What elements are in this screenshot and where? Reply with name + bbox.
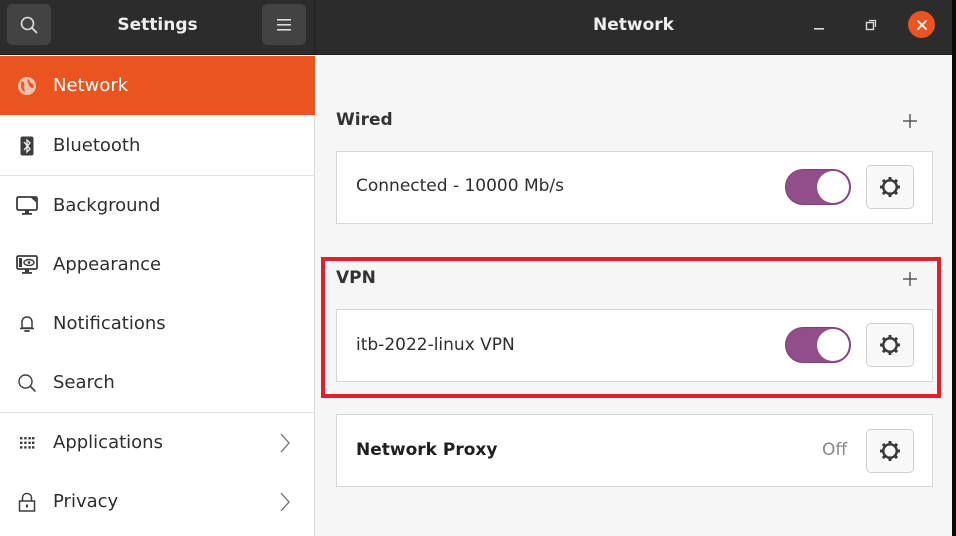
sidebar-item-label: Bluetooth	[53, 135, 141, 156]
bluetooth-icon	[16, 135, 38, 157]
header-bar: Settings Network	[0, 0, 952, 55]
plus-icon	[903, 272, 917, 286]
sidebar-item-label: Notifications	[53, 313, 166, 334]
sidebar-item-bluetooth[interactable]: Bluetooth	[0, 116, 315, 175]
restore-button[interactable]	[857, 11, 885, 39]
main-menu-button[interactable]	[262, 4, 306, 45]
sidebar-item-background[interactable]: Background	[0, 176, 315, 235]
gear-icon	[880, 441, 900, 461]
sidebar-item-notifications[interactable]: Notifications	[0, 294, 315, 353]
vpn-settings-button[interactable]	[866, 323, 914, 367]
gear-icon	[880, 177, 900, 197]
close-button[interactable]	[908, 11, 935, 38]
lock-icon	[16, 491, 38, 513]
toggle-knob	[817, 171, 849, 203]
wired-settings-button[interactable]	[866, 165, 914, 209]
wired-toggle-switch[interactable]	[785, 169, 851, 205]
sidebar: Network Bluetooth Background Appearance	[0, 56, 315, 536]
vpn-toggle-switch[interactable]	[785, 327, 851, 363]
monitor-wallpaper-icon	[16, 195, 38, 217]
sidebar-item-label: Network	[53, 75, 129, 96]
wired-connection-row: Connected - 10000 Mb/s	[336, 151, 933, 224]
appearance-icon	[16, 254, 38, 276]
network-panel: Wired Connected - 10000 Mb/s VPN itb-202…	[316, 56, 952, 536]
wired-section-title: Wired	[336, 110, 393, 130]
globe-icon	[16, 75, 38, 97]
sidebar-item-appearance[interactable]: Appearance	[0, 235, 315, 294]
add-vpn-button[interactable]	[898, 267, 922, 291]
chevron-right-icon	[280, 433, 290, 452]
sidebar-item-label: Applications	[53, 432, 163, 453]
settings-window: Settings Network Network Bluetooth Backg…	[0, 0, 952, 536]
restore-icon	[865, 19, 877, 31]
network-proxy-row[interactable]: Network Proxy Off	[336, 414, 933, 487]
chevron-right-icon	[280, 492, 290, 511]
sidebar-item-privacy[interactable]: Privacy	[0, 472, 315, 531]
minimize-button[interactable]	[805, 11, 833, 39]
sidebar-item-label: Background	[53, 195, 161, 216]
sidebar-item-network[interactable]: Network	[0, 56, 315, 115]
add-wired-connection-button[interactable]	[898, 109, 922, 133]
wired-connection-status: Connected - 10000 Mb/s	[356, 176, 565, 196]
sidebar-item-search[interactable]: Search	[0, 353, 315, 412]
hamburger-menu-icon	[277, 18, 291, 31]
network-proxy-status: Off	[822, 440, 848, 460]
window-edge	[952, 0, 956, 536]
plus-icon	[903, 114, 917, 128]
toggle-knob	[817, 329, 849, 361]
search-icon	[16, 372, 38, 394]
sidebar-item-label: Privacy	[53, 491, 119, 512]
bell-icon	[16, 313, 38, 335]
sidebar-header: Settings	[0, 0, 315, 55]
vpn-section-title: VPN	[336, 268, 376, 288]
network-proxy-label: Network Proxy	[356, 440, 498, 460]
sidebar-item-applications[interactable]: Applications	[0, 413, 315, 472]
network-proxy-settings-button[interactable]	[866, 429, 914, 473]
apps-grid-icon	[16, 432, 38, 454]
vpn-connection-row: itb-2022-linux VPN	[336, 309, 933, 382]
sidebar-item-label: Appearance	[53, 254, 162, 275]
gear-icon	[880, 335, 900, 355]
close-icon	[916, 19, 927, 30]
sidebar-item-label: Search	[53, 372, 115, 393]
minimize-icon	[814, 28, 824, 30]
vpn-connection-name: itb-2022-linux VPN	[356, 335, 515, 355]
